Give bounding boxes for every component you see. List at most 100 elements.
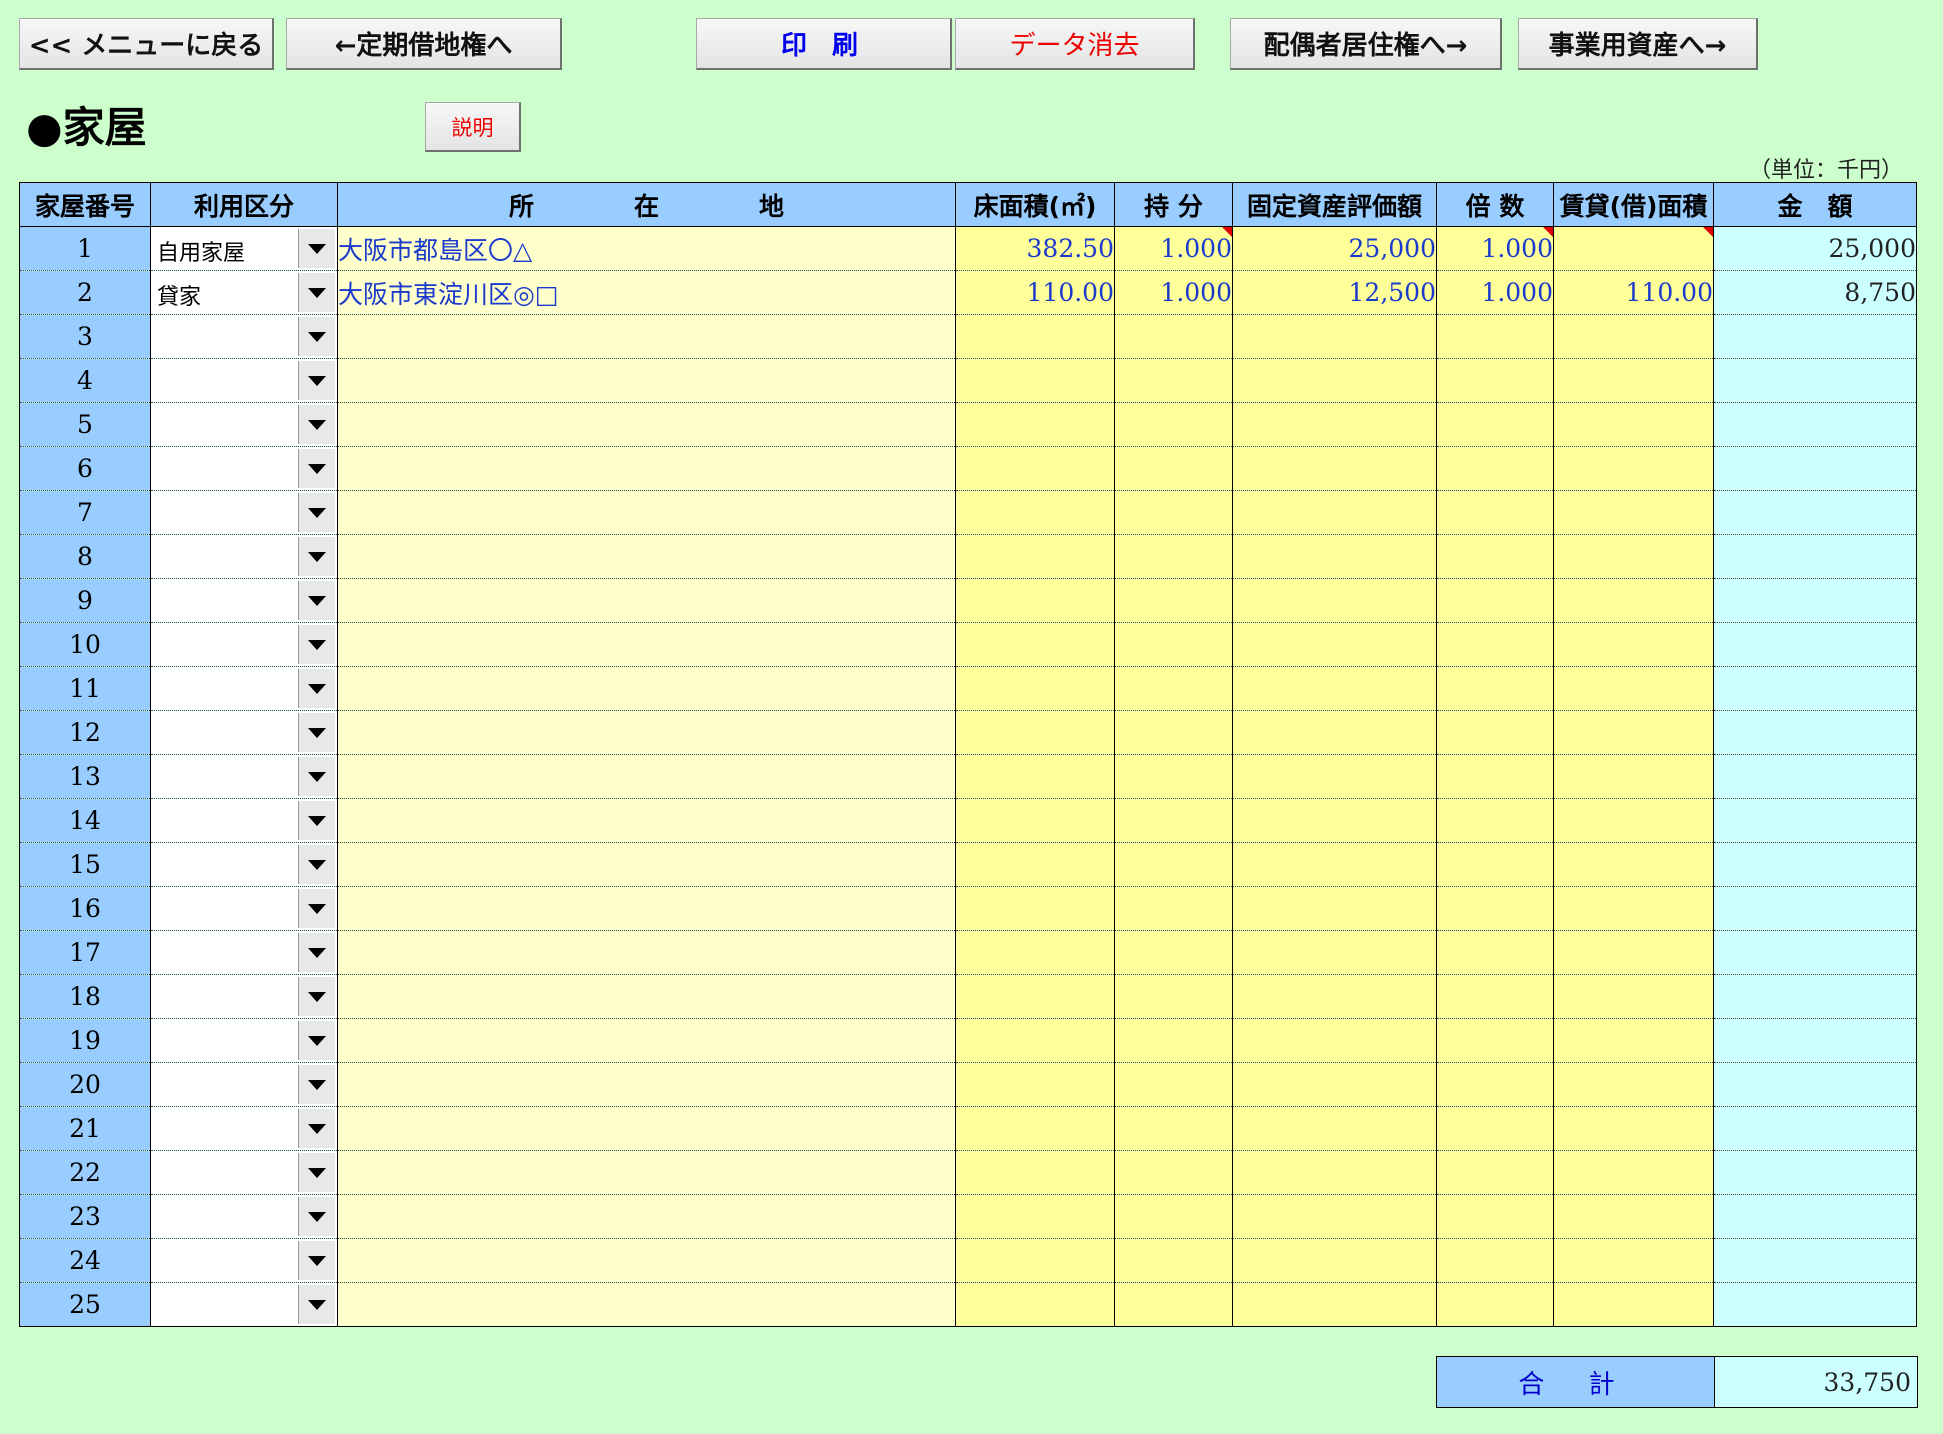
floor-area-cell[interactable] <box>955 710 1115 755</box>
assessed-value-cell[interactable] <box>1232 1018 1437 1063</box>
assessed-value-cell[interactable] <box>1232 666 1437 711</box>
address-cell[interactable] <box>337 798 956 843</box>
assessed-value-cell[interactable] <box>1232 534 1437 579</box>
multiplier-cell[interactable] <box>1436 1238 1554 1283</box>
floor-area-cell[interactable] <box>955 1150 1115 1195</box>
rental-area-cell[interactable] <box>1553 974 1714 1019</box>
assessed-value-cell[interactable]: 12,500 <box>1232 270 1437 315</box>
share-cell[interactable]: 1.000 <box>1114 270 1233 315</box>
multiplier-cell[interactable] <box>1436 886 1554 931</box>
address-cell[interactable] <box>337 710 956 755</box>
usage-select[interactable] <box>150 534 338 579</box>
floor-area-cell[interactable] <box>955 490 1115 535</box>
floor-area-cell[interactable] <box>955 974 1115 1019</box>
dropdown-arrow-icon[interactable] <box>298 1197 335 1236</box>
floor-area-cell[interactable] <box>955 358 1115 403</box>
floor-area-cell[interactable] <box>955 930 1115 975</box>
usage-select[interactable]: 自用家屋 <box>150 226 338 271</box>
dropdown-arrow-icon[interactable] <box>298 449 335 488</box>
rental-area-cell[interactable]: 110.00 <box>1553 270 1714 315</box>
usage-select[interactable] <box>150 1238 338 1283</box>
assessed-value-cell[interactable] <box>1232 1062 1437 1107</box>
usage-select[interactable] <box>150 490 338 535</box>
dropdown-arrow-icon[interactable] <box>298 317 335 356</box>
rental-area-cell[interactable] <box>1553 358 1714 403</box>
print-button[interactable]: 印 刷 <box>696 18 952 70</box>
multiplier-cell[interactable] <box>1436 974 1554 1019</box>
floor-area-cell[interactable] <box>955 622 1115 667</box>
rental-area-cell[interactable] <box>1553 622 1714 667</box>
rental-area-cell[interactable] <box>1553 446 1714 491</box>
floor-area-cell[interactable] <box>955 842 1115 887</box>
share-cell[interactable] <box>1114 1194 1233 1239</box>
address-cell[interactable] <box>337 578 956 623</box>
address-cell[interactable] <box>337 402 956 447</box>
share-cell[interactable] <box>1114 842 1233 887</box>
multiplier-cell[interactable] <box>1436 666 1554 711</box>
multiplier-cell[interactable] <box>1436 1106 1554 1151</box>
usage-select[interactable] <box>150 1106 338 1151</box>
multiplier-cell[interactable] <box>1436 358 1554 403</box>
address-cell[interactable]: 大阪市都島区〇△ <box>337 226 956 271</box>
dropdown-arrow-icon[interactable] <box>298 933 335 972</box>
share-cell[interactable] <box>1114 402 1233 447</box>
floor-area-cell[interactable] <box>955 402 1115 447</box>
dropdown-arrow-icon[interactable] <box>298 801 335 840</box>
address-cell[interactable] <box>337 358 956 403</box>
share-cell[interactable]: 1.000 <box>1114 226 1233 271</box>
clear-data-button[interactable]: データ消去 <box>955 18 1195 70</box>
assessed-value-cell[interactable] <box>1232 622 1437 667</box>
dropdown-arrow-icon[interactable] <box>298 1285 335 1324</box>
address-cell[interactable] <box>337 1282 956 1327</box>
share-cell[interactable] <box>1114 974 1233 1019</box>
usage-select[interactable] <box>150 754 338 799</box>
assessed-value-cell[interactable] <box>1232 358 1437 403</box>
address-cell[interactable] <box>337 534 956 579</box>
address-cell[interactable] <box>337 1018 956 1063</box>
assessed-value-cell[interactable] <box>1232 1106 1437 1151</box>
share-cell[interactable] <box>1114 358 1233 403</box>
multiplier-cell[interactable] <box>1436 622 1554 667</box>
rental-area-cell[interactable] <box>1553 490 1714 535</box>
dropdown-arrow-icon[interactable] <box>298 845 335 884</box>
comment-marker-icon[interactable] <box>1543 227 1553 237</box>
address-cell[interactable]: 大阪市東淀川区◎□ <box>337 270 956 315</box>
address-cell[interactable] <box>337 1106 956 1151</box>
dropdown-arrow-icon[interactable] <box>298 713 335 752</box>
usage-select[interactable] <box>150 1150 338 1195</box>
assessed-value-cell[interactable] <box>1232 446 1437 491</box>
share-cell[interactable] <box>1114 754 1233 799</box>
dropdown-arrow-icon[interactable] <box>298 757 335 796</box>
floor-area-cell[interactable] <box>955 1018 1115 1063</box>
share-cell[interactable] <box>1114 1062 1233 1107</box>
dropdown-arrow-icon[interactable] <box>298 581 335 620</box>
multiplier-cell[interactable] <box>1436 402 1554 447</box>
assessed-value-cell[interactable] <box>1232 798 1437 843</box>
share-cell[interactable] <box>1114 1282 1233 1327</box>
multiplier-cell[interactable] <box>1436 1062 1554 1107</box>
share-cell[interactable] <box>1114 314 1233 359</box>
address-cell[interactable] <box>337 842 956 887</box>
share-cell[interactable] <box>1114 490 1233 535</box>
share-cell[interactable] <box>1114 534 1233 579</box>
rental-area-cell[interactable] <box>1553 1238 1714 1283</box>
multiplier-cell[interactable] <box>1436 842 1554 887</box>
share-cell[interactable] <box>1114 1106 1233 1151</box>
dropdown-arrow-icon[interactable] <box>298 405 335 444</box>
assessed-value-cell[interactable] <box>1232 886 1437 931</box>
multiplier-cell[interactable] <box>1436 446 1554 491</box>
assessed-value-cell[interactable] <box>1232 1238 1437 1283</box>
address-cell[interactable] <box>337 1062 956 1107</box>
explain-button[interactable]: 説明 <box>425 102 521 152</box>
comment-marker-icon[interactable] <box>1222 227 1232 237</box>
usage-select[interactable] <box>150 622 338 667</box>
address-cell[interactable] <box>337 974 956 1019</box>
address-cell[interactable] <box>337 622 956 667</box>
rental-area-cell[interactable] <box>1553 1062 1714 1107</box>
multiplier-cell[interactable] <box>1436 578 1554 623</box>
multiplier-cell[interactable] <box>1436 710 1554 755</box>
usage-select[interactable] <box>150 886 338 931</box>
address-cell[interactable] <box>337 1238 956 1283</box>
assessed-value-cell[interactable] <box>1232 1194 1437 1239</box>
rental-area-cell[interactable] <box>1553 1194 1714 1239</box>
